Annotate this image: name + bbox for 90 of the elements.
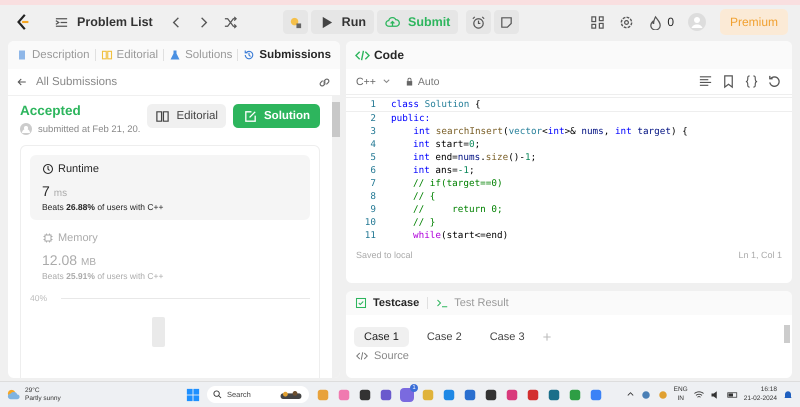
line-number: 9 xyxy=(369,204,376,215)
code-line: public: xyxy=(390,113,430,124)
case-tab[interactable]: Case 3 xyxy=(480,327,535,347)
stat-unit: MB xyxy=(81,257,96,268)
cursor-position: Ln 1, Col 1 xyxy=(738,250,782,260)
code-line: int start=0; xyxy=(412,139,480,150)
editorial-button[interactable]: Editorial xyxy=(147,104,226,128)
avatar-icon xyxy=(20,123,32,135)
beats-text: Beats 25.91% of users with C++ xyxy=(42,271,164,281)
code-line: // return 0; xyxy=(412,204,503,215)
document-icon xyxy=(16,49,28,61)
alarm-clock-icon xyxy=(471,14,486,30)
edit-icon xyxy=(243,108,258,124)
chip-icon xyxy=(42,232,54,244)
clock-icon xyxy=(42,163,54,175)
all-submissions-link[interactable]: All Submissions xyxy=(16,76,118,88)
line-number: 6 xyxy=(369,165,376,176)
arrow-left-icon xyxy=(16,76,28,88)
reset-icon[interactable] xyxy=(767,74,782,89)
problem-list-button[interactable]: Problem List xyxy=(54,14,153,30)
taskbar-app-icon[interactable] xyxy=(547,388,561,402)
source-label[interactable]: Source xyxy=(374,350,409,362)
stat-value: 7 xyxy=(42,183,50,199)
braces-icon[interactable] xyxy=(744,74,759,89)
shuffle-icon[interactable] xyxy=(222,14,238,30)
cloud-upload-icon xyxy=(384,14,400,30)
line-number: 1 xyxy=(369,99,376,110)
stat-box[interactable]: Runtime 7 ms Beats 26.88% of users with C++ xyxy=(30,155,310,220)
code-line: while(start<=end) xyxy=(412,230,508,241)
layout-icon[interactable] xyxy=(590,14,606,30)
checkbox-icon xyxy=(355,297,367,309)
submitted-time: submitted at Feb 21, 20. xyxy=(38,124,140,134)
case-tab[interactable]: Case 1 xyxy=(354,327,409,347)
flask-icon xyxy=(169,49,182,61)
flame-icon[interactable] xyxy=(648,14,664,30)
run-button[interactable]: Run xyxy=(310,10,374,34)
case-tab[interactable]: Case 2 xyxy=(416,327,472,347)
panel-tab[interactable]: Submissions xyxy=(243,49,331,61)
code-line: // if(target==0) xyxy=(412,178,503,189)
search-icon xyxy=(213,390,222,399)
book-icon xyxy=(155,108,170,124)
bookmark-icon[interactable] xyxy=(721,74,736,89)
taskbar-app-icon[interactable] xyxy=(484,388,498,402)
line-number: 7 xyxy=(369,178,376,189)
history-icon xyxy=(243,49,256,61)
book-icon xyxy=(100,49,113,61)
line-number: 4 xyxy=(369,139,376,150)
settings-icon[interactable] xyxy=(619,14,634,30)
panel-title: Code xyxy=(374,48,404,62)
taskbar-app-icon[interactable] xyxy=(358,388,372,402)
mode-label: Auto xyxy=(418,76,440,88)
note-button[interactable] xyxy=(494,10,520,34)
format-icon[interactable] xyxy=(698,74,713,89)
code-line: // } xyxy=(412,217,436,228)
stat-title: Memory xyxy=(58,232,98,244)
code-line: class Solution { xyxy=(390,99,481,110)
note-icon xyxy=(499,14,514,30)
line-number: 11 xyxy=(364,230,376,241)
wifi-icon[interactable] xyxy=(692,388,705,400)
bell-icon[interactable] xyxy=(782,388,794,400)
debug-button[interactable] xyxy=(282,10,308,34)
code-line: int ans=-1; xyxy=(412,165,475,176)
tray-app-icon[interactable] xyxy=(640,388,652,400)
code-line: // { xyxy=(412,191,436,202)
stat-title: Runtime xyxy=(58,163,99,175)
alarm-button[interactable] xyxy=(466,10,492,34)
scrollbar[interactable] xyxy=(784,325,790,343)
start-icon[interactable] xyxy=(186,388,200,402)
save-status: Saved to local xyxy=(356,250,413,260)
lock-icon xyxy=(404,77,414,86)
line-number: 10 xyxy=(364,217,376,228)
code-line: int searchInsert(vector<int>& nums, int target) { xyxy=(412,126,688,137)
line-number: 5 xyxy=(369,152,376,163)
streak-count: 0 xyxy=(667,15,674,29)
scrollbar[interactable] xyxy=(332,96,340,378)
caret-icon xyxy=(382,77,391,86)
beats-text: Beats 26.88% of users with C++ xyxy=(42,202,164,212)
stat-value: 12.08 xyxy=(42,252,78,268)
code-line: int end=nums.size()-1; xyxy=(412,152,536,163)
axis-label: 40% xyxy=(30,293,48,303)
language-dropdown[interactable]: C++ xyxy=(356,76,391,88)
accepted-status: Accepted xyxy=(20,103,82,118)
console-tab[interactable]: Testcase xyxy=(355,297,420,309)
line-number: 8 xyxy=(369,191,376,202)
code-icon xyxy=(356,350,368,362)
line-number: 3 xyxy=(369,126,376,137)
terminal-icon xyxy=(436,297,448,309)
line-number: 2 xyxy=(369,113,376,124)
stat-unit: ms xyxy=(54,188,68,199)
code-icon xyxy=(355,48,370,62)
